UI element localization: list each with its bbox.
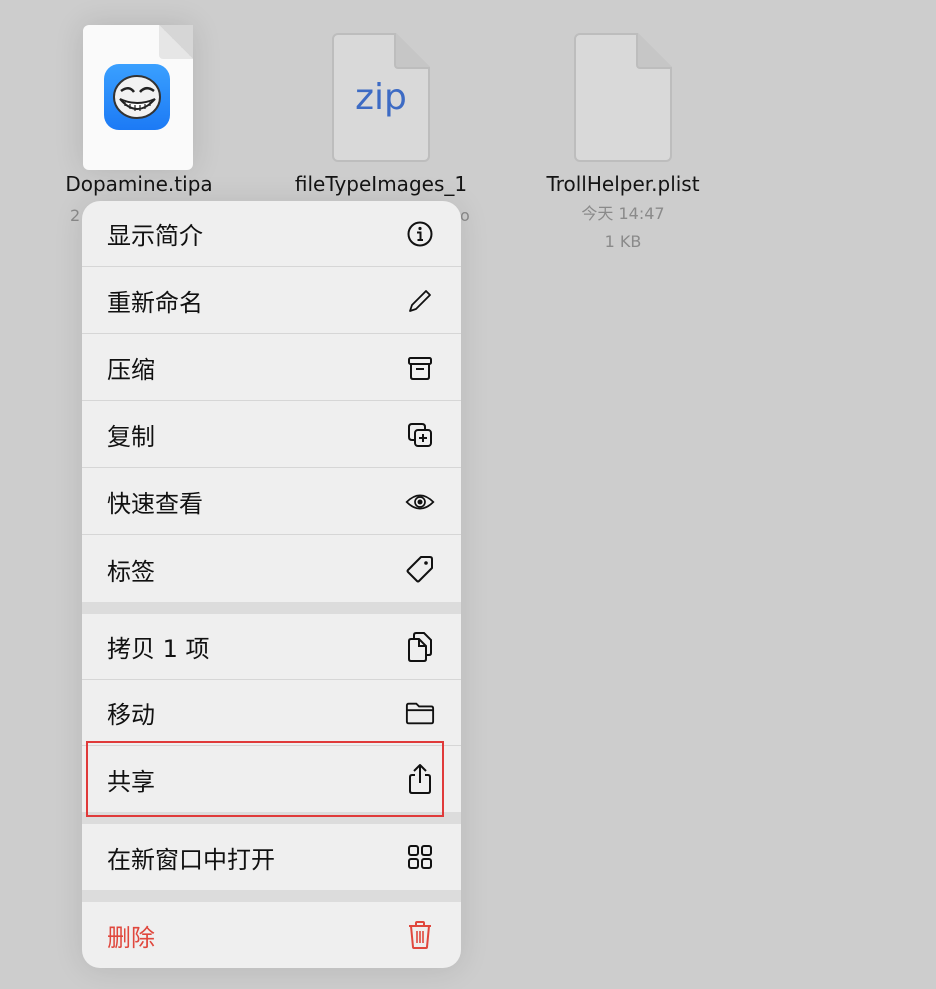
menu-item-label: 复制 (107, 423, 155, 451)
menu-item-label: 重新命名 (107, 289, 203, 317)
menu-item-label: 标签 (107, 557, 155, 586)
archive-box-icon (405, 353, 435, 383)
pencil-icon (405, 286, 435, 316)
menu-item-label: 快速查看 (107, 490, 203, 518)
duplicate-icon (405, 420, 435, 450)
menu-item-label: 压缩 (107, 356, 155, 384)
share-highlight-box (86, 741, 444, 817)
page-fold (636, 33, 672, 69)
context-menu: 显示简介 重新命名 压缩 复制 快速查看 标签 拷贝 1 项 移动 共享 在新窗… (82, 201, 461, 968)
menu-item-label: 删除 (107, 923, 155, 952)
page-fold (394, 33, 430, 69)
menu-item-label: 拷贝 1 项 (107, 635, 210, 663)
file-name: TrollHelper.plist (546, 172, 700, 196)
menu-item-duplicate[interactable]: 复制 (82, 402, 461, 468)
file-icon-dopamine[interactable] (83, 25, 193, 170)
menu-separator (82, 602, 461, 614)
file-meta-partial: 2 (70, 206, 81, 225)
menu-item-compress[interactable]: 压缩 (82, 335, 461, 401)
menu-item-open-in-new-window[interactable]: 在新窗口中打开 (82, 824, 461, 890)
folder-icon (405, 698, 435, 728)
troll-face-app-icon (104, 64, 170, 130)
menu-item-label: 在新窗口中打开 (107, 845, 275, 874)
grid-icon (405, 842, 435, 872)
trash-icon (405, 920, 435, 950)
menu-item-rename[interactable]: 重新命名 (82, 268, 461, 334)
eye-icon (405, 487, 435, 517)
file-size: 1 KB (604, 232, 642, 251)
file-name: Dopamine.tipa (65, 172, 213, 196)
menu-item-quick-look[interactable]: 快速查看 (82, 469, 461, 535)
menu-item-delete[interactable]: 删除 (82, 902, 461, 968)
page-fold (159, 25, 193, 59)
file-meta-partial: o (460, 206, 470, 225)
menu-separator (82, 890, 461, 902)
info-icon (405, 219, 435, 249)
menu-item-label: 显示简介 (107, 222, 203, 250)
file-name: fileTypeImages_1 (294, 172, 468, 196)
menu-item-get-info[interactable]: 显示简介 (82, 201, 461, 267)
menu-item-copy[interactable]: 拷贝 1 项 (82, 614, 461, 680)
file-icon-zip[interactable]: zip (332, 33, 430, 162)
tag-icon (405, 554, 435, 584)
menu-item-label: 移动 (107, 701, 155, 729)
file-date: 今天 14:47 (581, 204, 665, 223)
file-item-dopamine[interactable]: Dopamine.tipa (60, 172, 218, 196)
zip-label: zip (355, 77, 407, 118)
menu-item-move[interactable]: 移动 (82, 680, 461, 746)
file-item-filetypeimages[interactable]: fileTypeImages_1 (290, 172, 472, 196)
menu-item-tags[interactable]: 标签 (82, 536, 461, 602)
file-item-trollhelper[interactable]: TrollHelper.plist 今天 14:47 1 KB (533, 172, 713, 256)
copy-doc-icon (405, 631, 435, 662)
file-icon-plist[interactable] (574, 33, 672, 162)
